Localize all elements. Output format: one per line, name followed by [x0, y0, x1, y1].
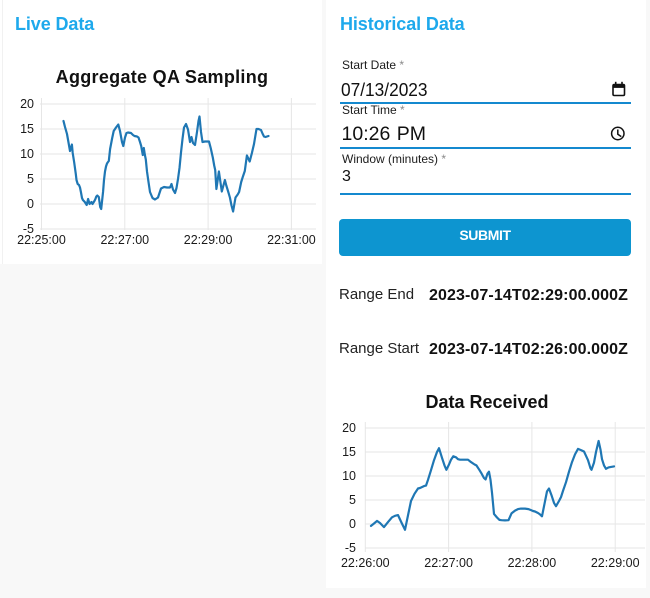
- svg-text:0: 0: [349, 517, 356, 531]
- svg-text:22:25:00: 22:25:00: [17, 233, 66, 247]
- svg-text:5: 5: [349, 493, 356, 507]
- svg-text:15: 15: [342, 445, 356, 459]
- svg-text:22:27:00: 22:27:00: [424, 556, 473, 570]
- svg-text:Aggregate QA Sampling: Aggregate QA Sampling: [56, 67, 269, 87]
- svg-text:22:27:00: 22:27:00: [100, 233, 149, 247]
- svg-text:22:31:00: 22:31:00: [267, 233, 316, 247]
- svg-text:10: 10: [342, 469, 356, 483]
- svg-text:15: 15: [20, 122, 34, 136]
- svg-text:10: 10: [20, 147, 34, 161]
- svg-text:-5: -5: [345, 541, 356, 555]
- svg-text:Data Received: Data Received: [425, 392, 548, 412]
- svg-text:22:29:00: 22:29:00: [184, 233, 233, 247]
- svg-text:22:28:00: 22:28:00: [508, 556, 557, 570]
- svg-text:5: 5: [27, 172, 34, 186]
- svg-text:20: 20: [342, 421, 356, 435]
- svg-text:22:26:00: 22:26:00: [341, 556, 390, 570]
- svg-text:0: 0: [27, 197, 34, 211]
- svg-text:22:29:00: 22:29:00: [591, 556, 640, 570]
- svg-text:20: 20: [20, 97, 34, 111]
